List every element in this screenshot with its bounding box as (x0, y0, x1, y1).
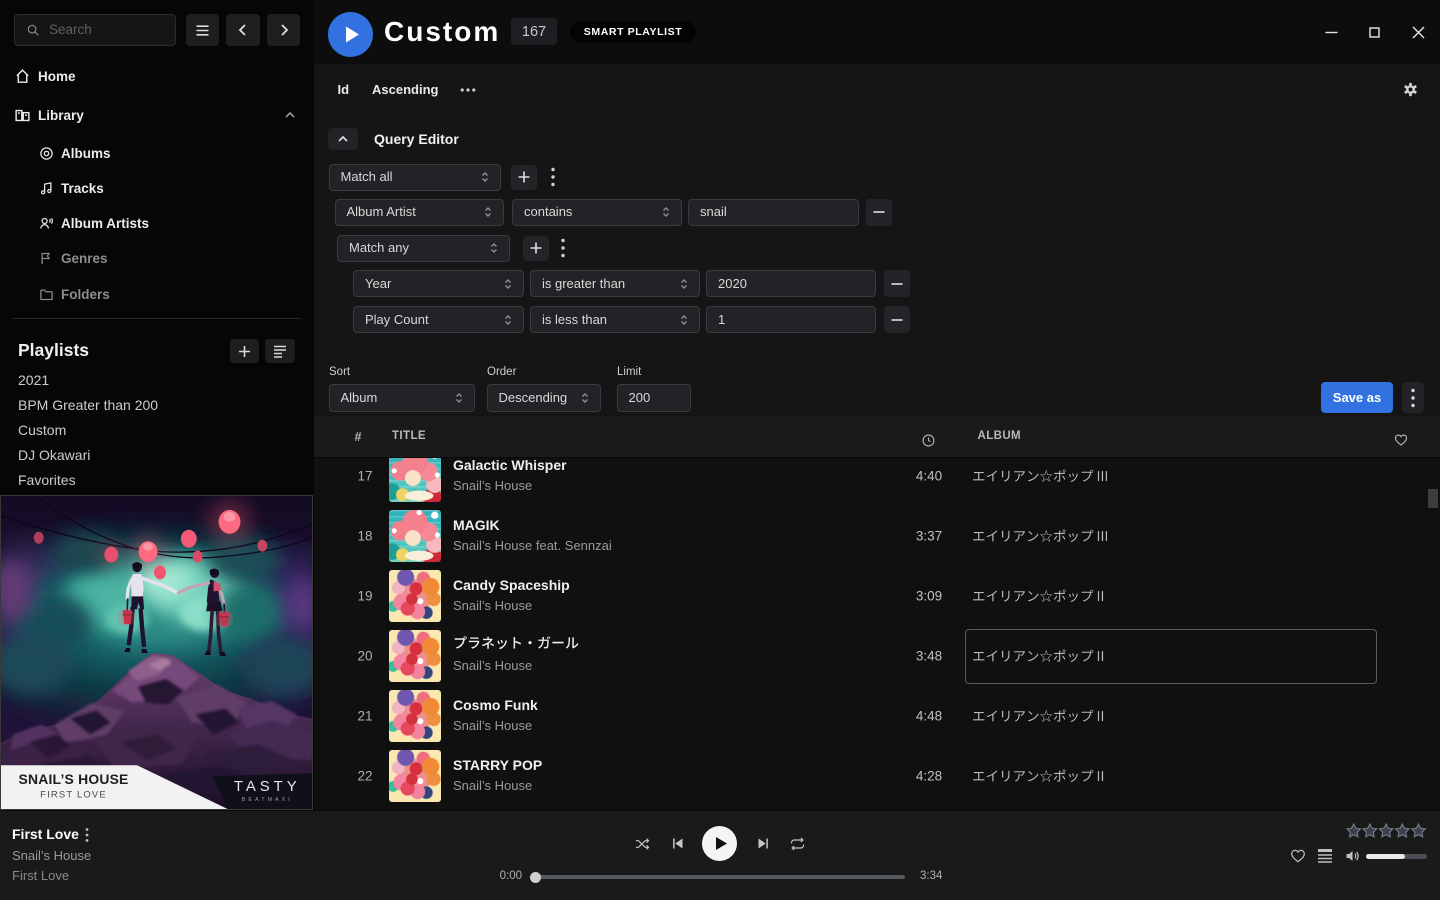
svg-text:FIRST LOVE: FIRST LOVE (40, 789, 107, 800)
svg-text:TASTY: TASTY (234, 779, 301, 795)
svg-text:SNAIL’S HOUSE: SNAIL’S HOUSE (19, 771, 129, 787)
svg-text:BEATMAXI: BEATMAXI (242, 797, 293, 803)
